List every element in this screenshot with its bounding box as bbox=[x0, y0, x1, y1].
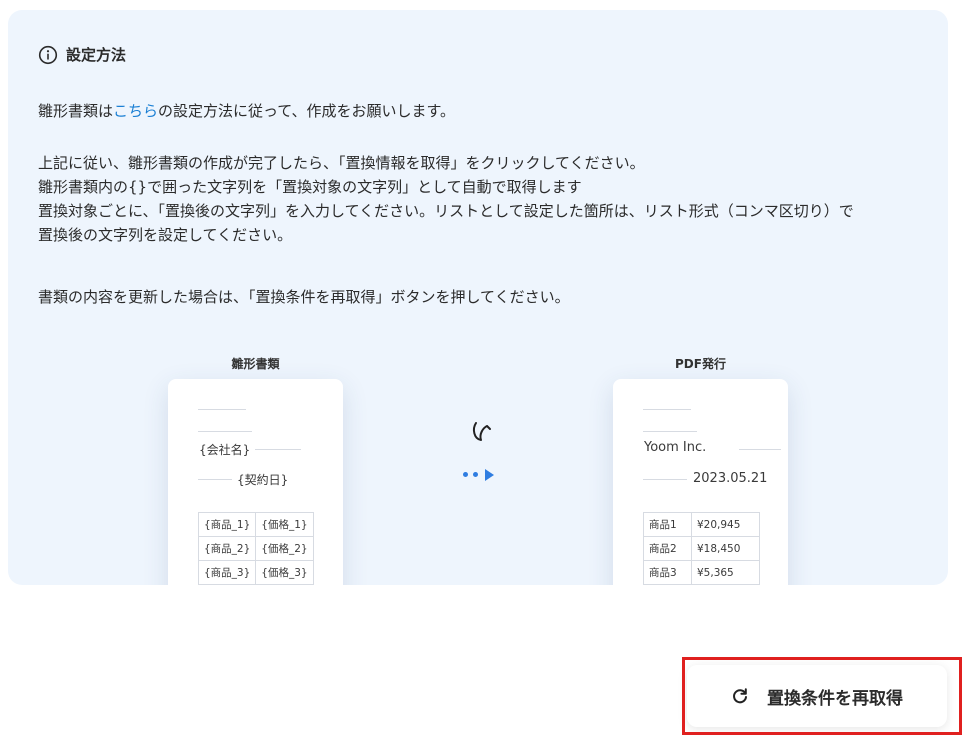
template-date: {契約日} bbox=[237, 473, 289, 487]
table-row: 商品3 ¥5,365 bbox=[643, 560, 760, 585]
table-cell: ¥20,945 bbox=[691, 512, 760, 537]
instruction-suffix: の設定方法に従って、作成をお願いします。 bbox=[158, 102, 456, 120]
instruction-line: 置換対象ごとに、「置換後の文字列」を入力してください。リストとして設定した箇所は… bbox=[38, 202, 854, 220]
table-row: 商品2 ¥18,450 bbox=[643, 536, 760, 561]
template-doc-label: 雛形書類 bbox=[231, 357, 280, 371]
doc-line bbox=[739, 449, 781, 450]
instruction-line-1: 雛形書類はこちらの設定方法に従って、作成をお願いします。 bbox=[38, 99, 455, 123]
table-cell: ¥18,450 bbox=[691, 536, 760, 561]
template-doc-card: {会社名} {契約日} {商品_1} {価格_1} {商品_2} {価格_2} … bbox=[168, 379, 343, 585]
guide-link[interactable]: こちら bbox=[113, 102, 158, 120]
info-icon bbox=[38, 45, 58, 65]
table-cell: {商品_3} bbox=[197, 560, 257, 585]
magic-wand-icon bbox=[472, 422, 491, 441]
table-cell: {商品_2} bbox=[197, 536, 257, 561]
doc-line bbox=[255, 449, 301, 450]
table-row: {商品_3} {価格_3} bbox=[197, 560, 314, 585]
output-company: Yoom Inc. bbox=[644, 440, 707, 455]
refresh-button-label: 置換条件を再取得 bbox=[767, 688, 903, 709]
instruction-line: 上記に従い、雛形書類の作成が完了したら、「置換情報を取得」をクリックしてください… bbox=[38, 154, 645, 172]
update-note: 書類の内容を更新した場合は、「置換条件を再取得」ボタンを押してください。 bbox=[38, 288, 570, 306]
settings-title-text: 設定方法 bbox=[66, 46, 127, 64]
transform-indicator bbox=[456, 415, 506, 495]
instruction-paragraph: 上記に従い、雛形書類の作成が完了したら、「置換情報を取得」をクリックしてください… bbox=[38, 151, 854, 247]
refresh-conditions-button[interactable]: 置換条件を再取得 bbox=[687, 665, 947, 727]
doc-line bbox=[198, 479, 232, 480]
template-company: {会社名} bbox=[199, 443, 251, 457]
progress-dot bbox=[473, 472, 478, 477]
doc-line bbox=[643, 479, 687, 480]
table-row: {商品_1} {価格_1} bbox=[197, 512, 314, 537]
instruction-prefix: 雛形書類は bbox=[38, 102, 114, 120]
table-cell: 商品1 bbox=[643, 512, 692, 537]
table-row: 商品1 ¥20,945 bbox=[643, 512, 760, 537]
output-doc-card: Yoom Inc. 2023.05.21 商品1 ¥20,945 商品2 ¥18… bbox=[613, 379, 788, 585]
output-doc-label: PDF発行 bbox=[675, 357, 726, 371]
table-cell: ¥5,365 bbox=[691, 560, 760, 585]
table-cell: {価格_3} bbox=[255, 560, 314, 585]
table-cell: 商品3 bbox=[643, 560, 692, 585]
table-cell: {商品_1} bbox=[197, 512, 257, 537]
doc-line bbox=[643, 431, 697, 432]
table-cell: {価格_1} bbox=[255, 512, 314, 537]
template-table: {商品_1} {価格_1} {商品_2} {価格_2} {商品_3} {価格_3… bbox=[197, 512, 314, 585]
doc-line bbox=[198, 409, 246, 410]
progress-dot bbox=[463, 472, 468, 477]
table-cell: {価格_2} bbox=[255, 536, 314, 561]
doc-line bbox=[198, 431, 252, 432]
output-table: 商品1 ¥20,945 商品2 ¥18,450 商品3 ¥5,365 bbox=[643, 512, 760, 585]
output-date: 2023.05.21 bbox=[693, 471, 768, 486]
instruction-line: 置換後の文字列を設定してください。 bbox=[38, 226, 293, 244]
refresh-icon bbox=[731, 687, 749, 705]
settings-title: 設定方法 bbox=[38, 44, 126, 65]
table-row: {商品_2} {価格_2} bbox=[197, 536, 314, 561]
doc-line bbox=[643, 409, 691, 410]
settings-panel: 設定方法 雛形書類はこちらの設定方法に従って、作成をお願いします。 上記に従い、… bbox=[8, 10, 948, 585]
table-cell: 商品2 bbox=[643, 536, 692, 561]
instruction-line: 雛形書類内の{}で囲った文字列を「置換対象の文字列」として自動で取得します bbox=[38, 178, 582, 196]
play-arrow-icon bbox=[485, 469, 494, 481]
